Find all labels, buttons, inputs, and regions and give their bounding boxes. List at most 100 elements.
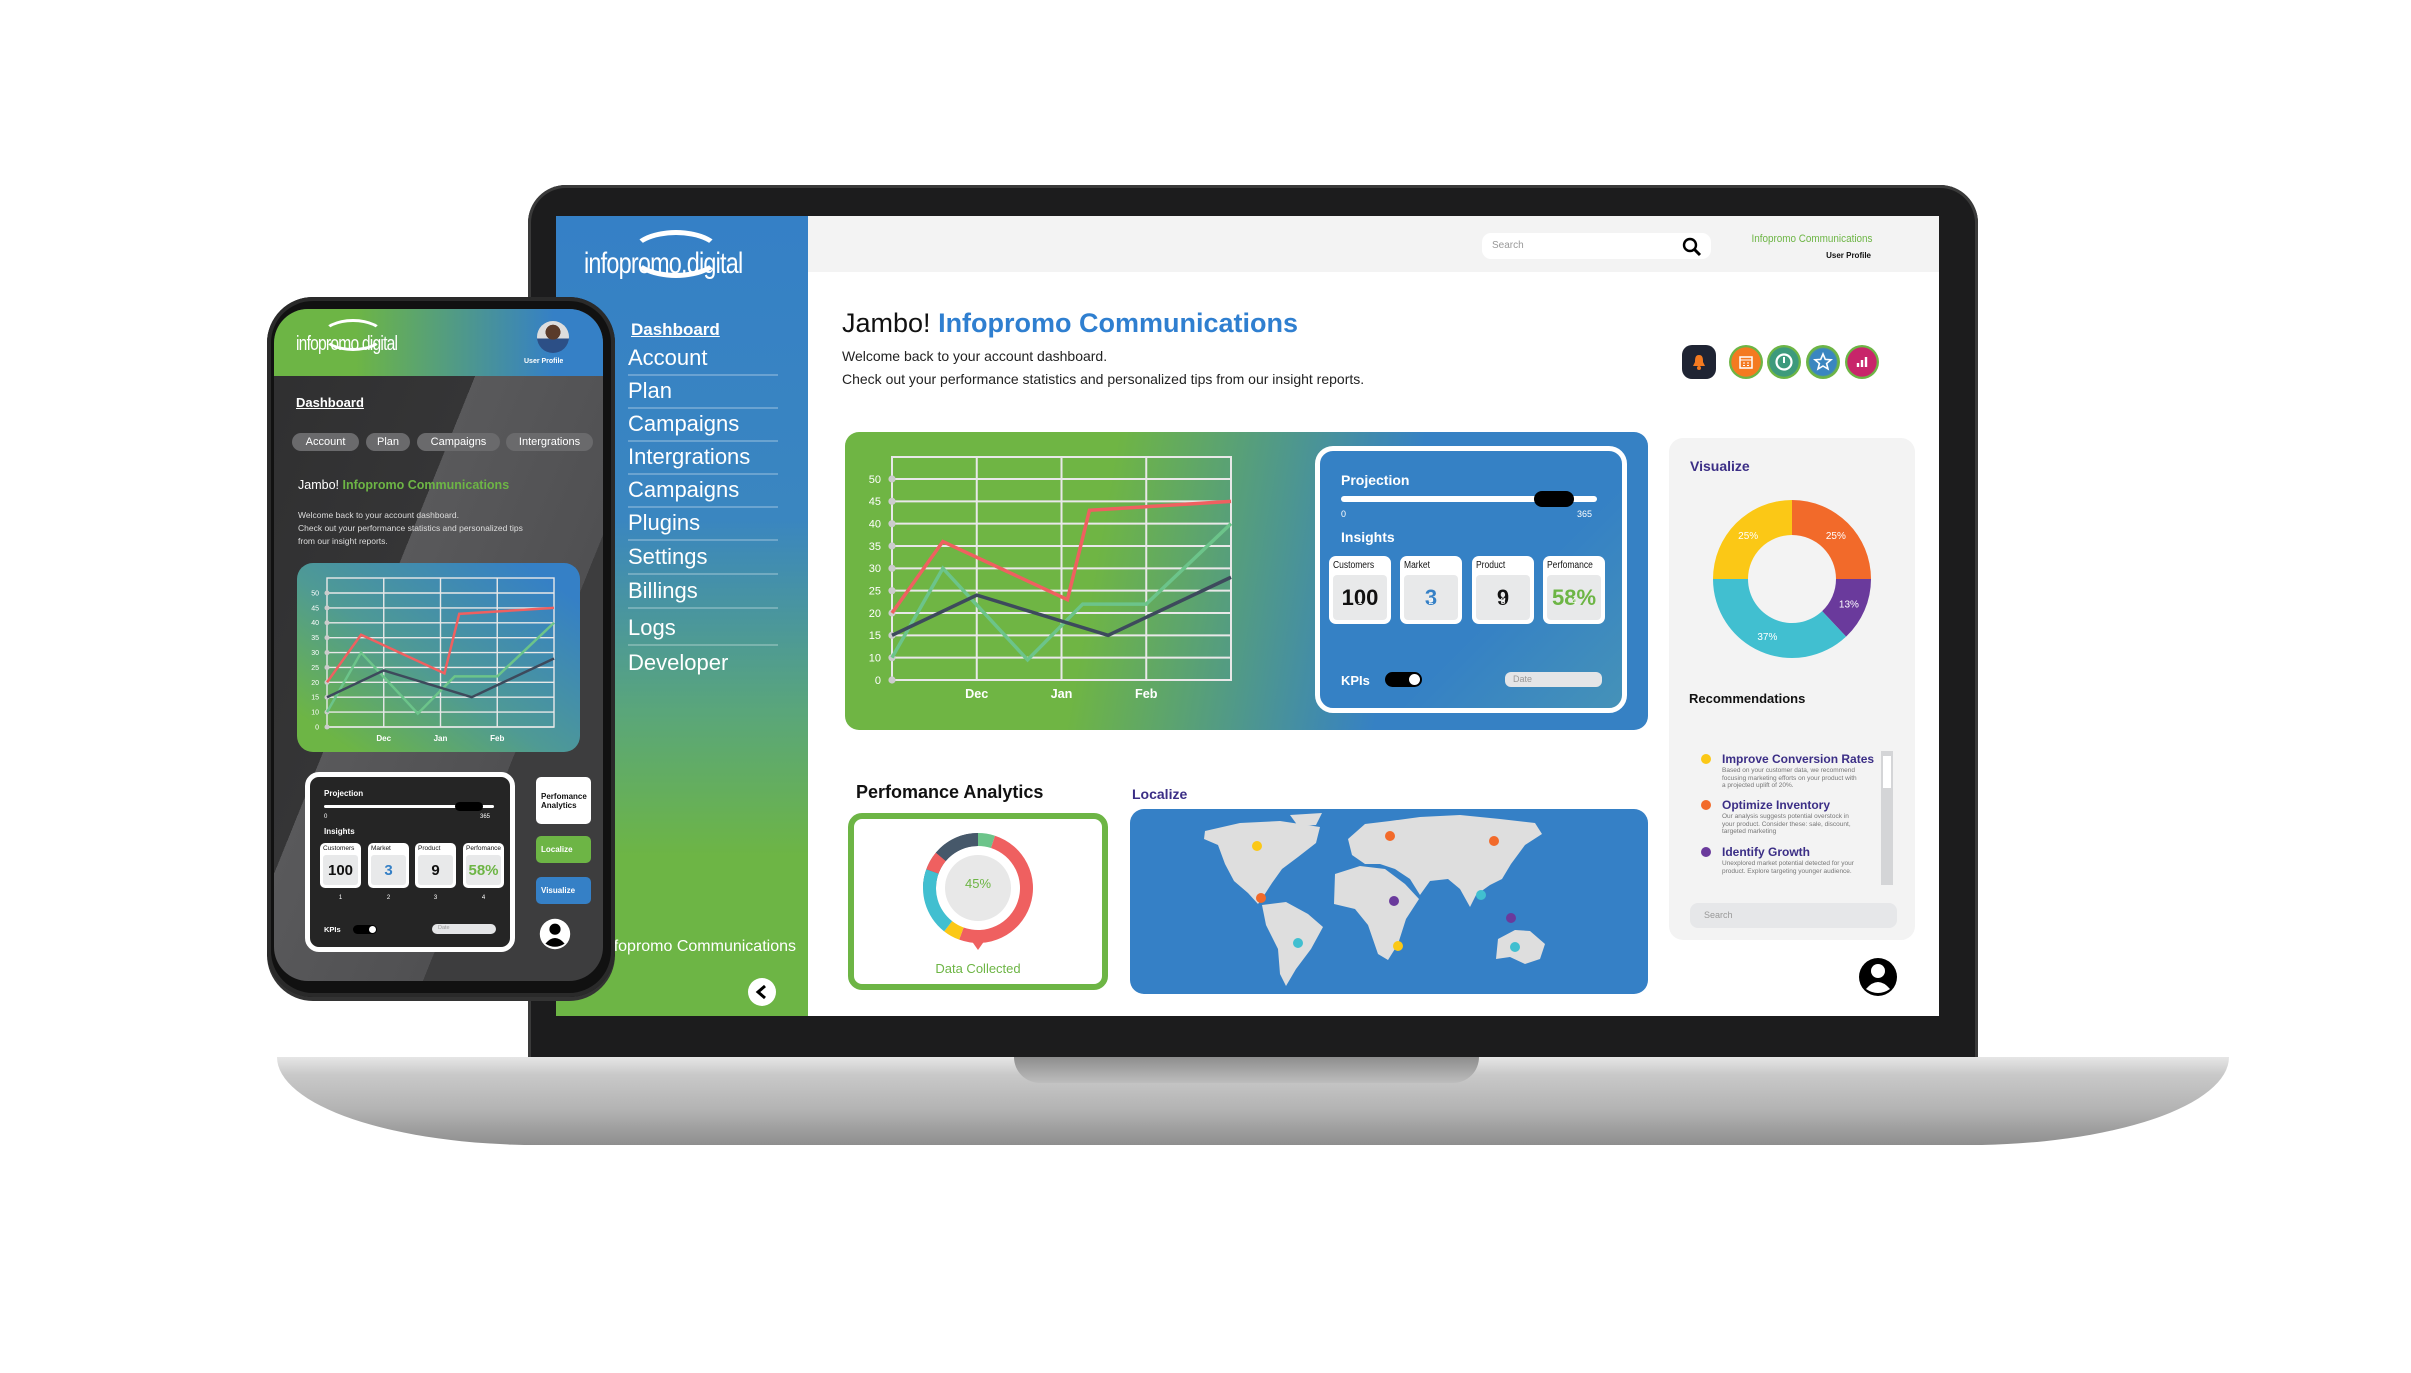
y-tick-label: 15 [869,630,881,642]
insight-label: Perfomance [1547,560,1593,571]
axis-tick-dot [324,605,330,611]
sidebar-item-dashboard[interactable]: Dashboard [631,320,720,340]
recommendation-title[interactable]: Improve Conversion Rates [1722,752,1874,766]
phone-projection-card: Projection 0 365 Insights Customers 100 1 M… [305,772,515,952]
recommendations-title: Recommendations [1689,691,1806,706]
user-name-text: Infopromo Communications [1751,233,1873,245]
collapse-sidebar-button[interactable] [748,978,776,1006]
phone-slider-min: 0 [324,814,328,820]
sidebar-item-account[interactable]: Account [628,343,778,373]
map-marker[interactable] [1510,942,1520,952]
insight-card-market[interactable]: Market 3 [1400,556,1462,624]
phone-profile-button[interactable] [539,918,571,950]
phone-performance-button[interactable]: Perfomance Analytics [536,777,591,824]
phone-tab-account[interactable]: Account [292,433,359,451]
map-marker[interactable] [1506,913,1516,923]
map-marker[interactable] [1393,941,1403,951]
recommendation-title[interactable]: Identify Growth [1722,845,1810,859]
search-bar[interactable]: Search [1482,233,1711,259]
map-marker[interactable] [1389,896,1399,906]
sidebar-item-plan[interactable]: Plan [628,376,778,406]
phone-insights-title: Insights [324,827,355,836]
map-marker[interactable] [1476,890,1486,900]
phone-header: infopromo.digital User Profile [274,309,603,376]
map-marker[interactable] [1252,841,1262,851]
insight-card-perfomance[interactable]: Perfomance 58% [1543,556,1605,624]
search-icon[interactable] [1682,237,1702,257]
africa [1334,866,1419,960]
y-tick-label: 15 [311,695,319,702]
localize-map[interactable] [1130,809,1648,994]
performance-caption: Data Collected [935,961,1021,976]
phone-tab-campaigns[interactable]: Campaigns [417,433,500,451]
kpis-toggle[interactable] [1385,672,1422,687]
profile-button[interactable] [1858,957,1898,997]
phone-tab-dashboard[interactable]: Dashboard [296,395,364,410]
insight-card-market[interactable]: Market 3 [368,843,409,888]
phone-tab-plan[interactable]: Plan [366,433,410,451]
axis-tick-dot [324,724,330,730]
user-name[interactable]: Infopromo Communications [1738,233,1873,245]
insight-card-perfomance[interactable]: Perfomance 58% [463,843,504,888]
phone-kpis-toggle[interactable] [353,925,377,934]
phone-tab-intergrations[interactable]: Intergrations [506,433,593,451]
sidebar-item-developer[interactable]: Developer [628,648,778,678]
visualize-title: Visualize [1690,458,1750,474]
sidebar-item-logs[interactable]: Logs [628,613,778,643]
map-marker[interactable] [1256,893,1266,903]
bell-button[interactable] [1682,345,1716,379]
phone-visualize-button[interactable]: Visualize [536,877,591,904]
phone-welcome-line-2: Check out your performance statistics an… [298,523,523,533]
recommendations-search[interactable]: Search [1690,903,1897,928]
y-tick-label: 45 [311,605,319,612]
welcome-line-1: Welcome back to your account dashboard. [842,348,1108,364]
logo-text: infopromo.digital [584,247,743,280]
insight-label: Perfomance [466,845,502,852]
insight-card-customers[interactable]: Customers 100 [320,843,361,888]
sidebar-item-intergrations[interactable]: Intergrations [628,442,778,472]
phone-localize-button[interactable]: Localize [536,836,591,863]
slider-thumb[interactable] [1533,491,1574,507]
date-input[interactable]: Date [1505,672,1602,687]
axis-tick-dot [888,475,896,483]
sidebar-item-billings[interactable]: Billings [628,576,778,606]
insight-index: 3 [433,895,438,901]
sidebar-item-settings[interactable]: Settings [628,542,778,572]
scrollbar-thumb[interactable] [1883,756,1891,788]
insight-card-product[interactable]: Product 9 [1472,556,1534,624]
toggle-knob [1409,674,1420,685]
sidebar-item-campaigns[interactable]: Campaigns [628,475,778,505]
map-marker[interactable] [1293,938,1303,948]
phone-date-input[interactable]: Date [432,924,496,934]
dashboard-screen: infopromo.digital Dashboard Account Plan C… [556,216,1939,1016]
top-bar: Search Infopromo Communications User Pro… [808,216,1939,272]
insight-value: 58% [466,855,501,885]
phone-slider-thumb[interactable] [455,802,483,811]
data-collected-donut [923,833,1033,950]
map-marker[interactable] [1385,831,1395,841]
phone-avatar[interactable] [537,321,569,353]
calendar-button[interactable] [1729,345,1763,379]
sidebar-item-plugins[interactable]: Plugins [628,508,778,538]
recommendation-title[interactable]: Optimize Inventory [1722,798,1830,812]
insight-card-customers[interactable]: Customers 100 [1329,556,1391,624]
map-marker[interactable] [1489,836,1499,846]
phone-user-icon [539,918,571,950]
axis-tick-dot [324,650,330,656]
insight-value: 3 [371,855,406,885]
visualize-donut-chart: 25% 13% 37% 25% [1713,500,1871,658]
phone-projection-slider[interactable] [324,802,494,811]
projection-slider[interactable] [1341,491,1597,507]
user-role: User Profile [1826,251,1871,260]
clock-button[interactable] [1767,345,1801,379]
performance-card[interactable]: 45% Data Collected [848,813,1108,990]
phone-logo: infopromo.digital [296,333,426,356]
phone-slider-max: 365 [480,814,491,820]
recommendations-scrollbar[interactable] [1881,751,1893,885]
projection-card: Projection 0 365 Insights Customers 100 1 M… [1315,446,1627,713]
bar-chart-button[interactable] [1845,345,1879,379]
sidebar-item-campaigns[interactable]: Campaigns [628,409,778,439]
donut-slice-label: 25% [1826,531,1846,542]
insight-card-product[interactable]: Product 9 [415,843,456,888]
star-button[interactable] [1806,345,1840,379]
